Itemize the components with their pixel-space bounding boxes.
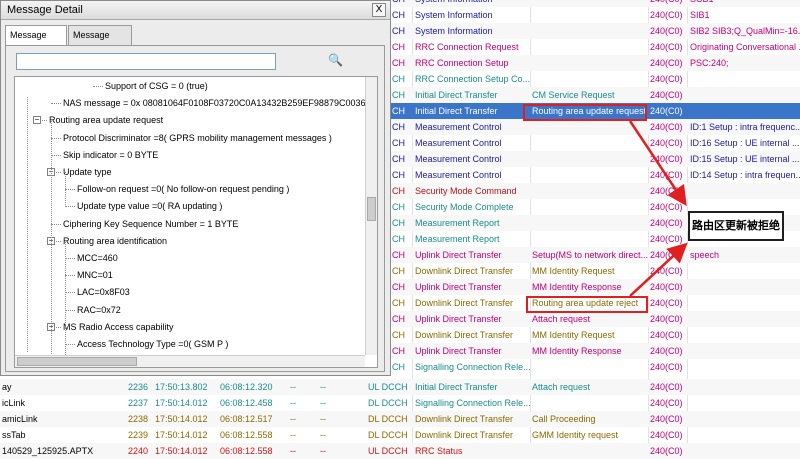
arrow-from-request	[628, 120, 687, 207]
annotation-callout: 路由区更新被拒绝	[688, 211, 784, 241]
arrow-from-reject	[629, 242, 688, 297]
annotation-arrows	[628, 120, 688, 297]
